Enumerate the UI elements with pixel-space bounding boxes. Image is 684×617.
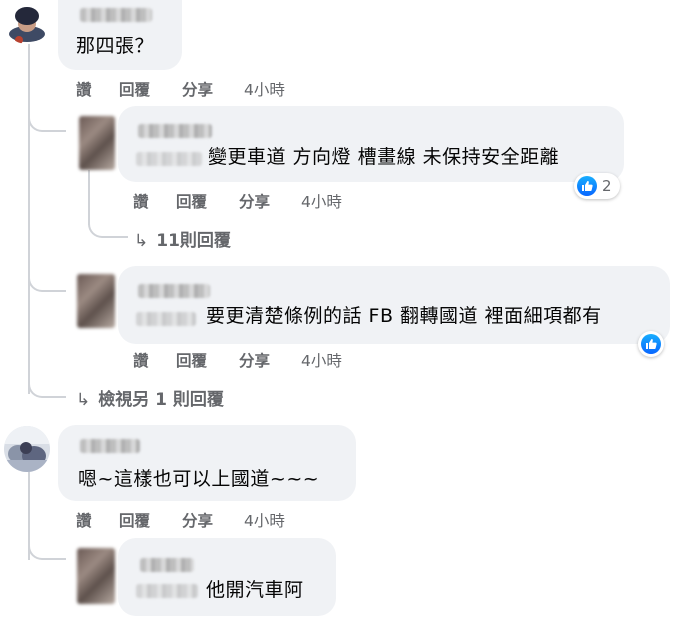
- reply-bubble: 要更清楚條例的話 FB 翻轉國道 裡面細項都有: [118, 266, 670, 344]
- author-name-redacted[interactable]: [140, 558, 194, 572]
- reply-arrow-icon: ↳: [76, 390, 91, 410]
- timestamp[interactable]: 4小時: [301, 349, 342, 371]
- comment-actions: 讚 回覆 分享 4小時: [76, 78, 316, 100]
- reaction-badge[interactable]: [638, 331, 664, 357]
- avatar[interactable]: [4, 0, 50, 44]
- like-button[interactable]: 讚: [133, 190, 149, 212]
- thread-line-branch-2a: [28, 540, 66, 560]
- timestamp[interactable]: 4小時: [301, 190, 342, 212]
- comment-text: 嗯~這樣也可以上國道~~~: [78, 468, 320, 490]
- avatar-image: [4, 426, 50, 472]
- share-button[interactable]: 分享: [239, 349, 270, 371]
- timestamp[interactable]: 4小時: [244, 78, 285, 100]
- share-button[interactable]: 分享: [182, 509, 213, 531]
- like-icon: [641, 334, 661, 354]
- share-button[interactable]: 分享: [182, 78, 213, 100]
- reply-button[interactable]: 回覆: [119, 509, 150, 531]
- comment-bubble: 嗯~這樣也可以上國道~~~: [58, 425, 356, 501]
- tag-redacted: [136, 584, 198, 598]
- thread-line-branch-1b: [28, 272, 66, 292]
- comment-bubble: 那四張？: [58, 0, 182, 70]
- avatar-image: [4, 0, 50, 44]
- view-more-replies-link[interactable]: ↳ 檢視另 1 則回覆: [76, 385, 224, 410]
- reply-actions: 讚 回覆 分享 4小時: [133, 190, 373, 212]
- avatar[interactable]: [79, 116, 115, 170]
- thread-line-main-1: [28, 44, 30, 394]
- author-name-redacted[interactable]: [138, 124, 212, 138]
- like-button[interactable]: 讚: [76, 78, 92, 100]
- thread-line-view-more-curve: [28, 378, 66, 398]
- view-more-replies-label: 檢視另 1 則回覆: [98, 390, 224, 410]
- reaction-count: 2: [602, 177, 612, 195]
- like-button[interactable]: 讚: [76, 509, 92, 531]
- reply-button[interactable]: 回覆: [176, 349, 207, 371]
- avatar[interactable]: [77, 548, 115, 604]
- comment-text: 變更車道 方向燈 槽畫線 未保持安全距離: [208, 146, 560, 168]
- reply-bubble: 變更車道 方向燈 槽畫線 未保持安全距離: [118, 106, 624, 182]
- thread-line-branch-1a: [28, 112, 66, 132]
- comment-text: 他開汽車阿: [206, 579, 304, 601]
- author-name-redacted[interactable]: [80, 439, 140, 453]
- like-button[interactable]: 讚: [133, 349, 149, 371]
- comment-actions: 讚 回覆 分享 4小時: [76, 509, 316, 531]
- view-replies-label: 11則回覆: [156, 231, 231, 251]
- avatar[interactable]: [77, 274, 115, 328]
- thread-line-sub-1a-curve: [88, 218, 128, 238]
- tag-redacted: [136, 152, 202, 166]
- reply-actions: 讚 回覆 分享 4小時: [133, 349, 373, 371]
- author-name-redacted[interactable]: [80, 8, 152, 22]
- thread-line-sub-1a: [88, 170, 90, 225]
- reply-button[interactable]: 回覆: [176, 190, 207, 212]
- like-icon: [577, 176, 597, 196]
- tag-redacted: [136, 312, 196, 326]
- timestamp[interactable]: 4小時: [244, 509, 285, 531]
- share-button[interactable]: 分享: [239, 190, 270, 212]
- comment-text: 那四張？: [76, 35, 155, 57]
- view-replies-link[interactable]: ↳ 11則回覆: [134, 226, 231, 251]
- author-name-redacted[interactable]: [138, 284, 210, 298]
- comment-text: 要更清楚條例的話 FB 翻轉國道 裡面細項都有: [206, 305, 602, 327]
- reaction-badge[interactable]: 2: [574, 173, 620, 199]
- avatar[interactable]: [4, 426, 50, 472]
- reply-arrow-icon: ↳: [134, 231, 149, 251]
- reply-bubble: 他開汽車阿: [118, 538, 336, 616]
- reply-button[interactable]: 回覆: [119, 78, 150, 100]
